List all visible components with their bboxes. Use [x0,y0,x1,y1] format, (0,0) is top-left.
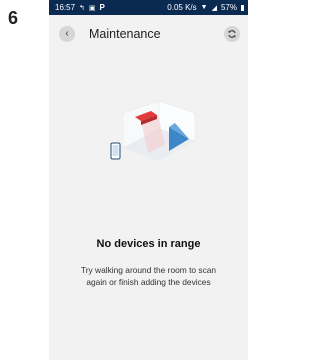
page-title: Maintenance [89,27,161,41]
step-number: 6 [8,8,19,28]
app-header: ‹ Maintenance [49,15,248,53]
device-scan-illustration [110,100,196,161]
status-left: 16:57 ↰ ▣ P [55,3,105,12]
battery-icon [241,4,244,11]
refresh-button[interactable] [224,26,240,42]
refresh-icon [228,30,236,38]
signal-icon: ◢ [211,4,217,12]
status-bar: 16:57 ↰ ▣ P 0.05 K/s ▼ ◢ 57% [49,0,248,15]
network-speed: 0.05 K/s [167,3,197,12]
empty-state-description: Try walking around the room to scan agai… [80,265,217,287]
p-app-icon: P [99,3,105,12]
phone-screen: 16:57 ↰ ▣ P 0.05 K/s ▼ ◢ 57% ‹ Maintenan… [49,0,248,360]
status-right: 0.05 K/s ▼ ◢ 57% [167,3,244,12]
wifi-icon: ▼ [200,4,208,11]
back-button[interactable]: ‹ [59,26,75,42]
battery-level: 57% [220,3,237,12]
empty-state-title: No devices in range [96,238,201,250]
photo-icon: ▣ [88,4,96,12]
chevron-left-icon: ‹ [65,28,69,39]
notification-icon: ↰ [79,4,85,12]
status-time: 16:57 [55,3,76,12]
